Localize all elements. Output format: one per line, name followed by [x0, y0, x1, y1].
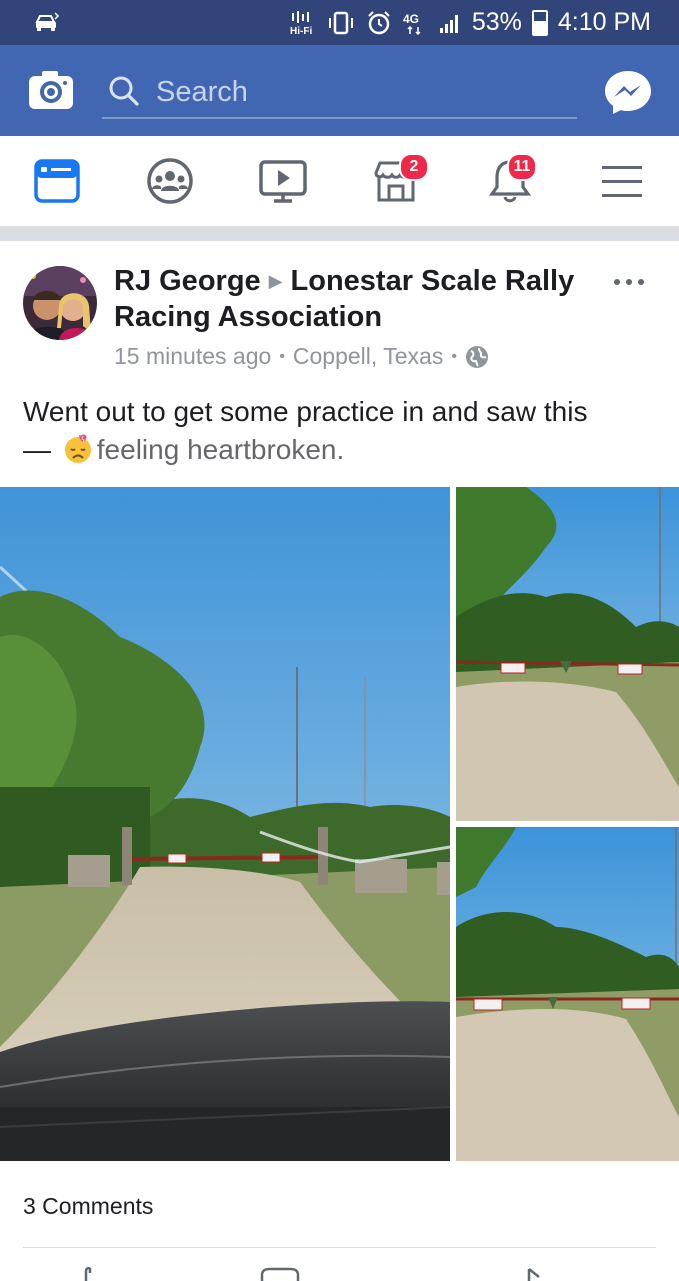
- 4g-icon: 4G: [403, 12, 421, 35]
- tab-menu[interactable]: [595, 154, 649, 208]
- hifi-icon: Hi-Fi: [290, 10, 312, 36]
- post-message: Went out to get some practice in and saw…: [23, 396, 588, 427]
- author-name[interactable]: RJ George: [114, 265, 261, 297]
- camera-icon[interactable]: [28, 70, 74, 110]
- signal-icon: [439, 14, 458, 33]
- svg-text:4G: 4G: [403, 12, 419, 26]
- post-time[interactable]: 15 minutes ago: [114, 343, 271, 370]
- search-icon: [109, 76, 139, 106]
- hamburger-menu-icon: [602, 166, 642, 197]
- heartbroken-emoji-icon: [64, 434, 91, 463]
- car-bluetooth-icon: [35, 12, 60, 31]
- battery-percent: 53%: [471, 8, 522, 36]
- alarm-icon: [368, 10, 390, 34]
- feeling-dash: —: [23, 434, 51, 465]
- post-location[interactable]: Coppell, Texas: [293, 343, 443, 370]
- photo-grid: [0, 487, 679, 1161]
- tab-groups[interactable]: [143, 154, 197, 208]
- post-text: Went out to get some practice in and saw…: [23, 393, 653, 469]
- status-icons: Hi-Fi 4G 53% 4:10 PM: [288, 0, 651, 45]
- photo-gate-right-top[interactable]: [456, 487, 679, 821]
- shared-to-arrow-icon: ▶: [268, 271, 283, 291]
- app-header: [0, 45, 679, 136]
- post-divider: [23, 1247, 656, 1248]
- tab-news-feed[interactable]: [30, 154, 84, 208]
- battery-icon: [531, 9, 548, 36]
- photo-gate-right-bottom[interactable]: [456, 827, 679, 1161]
- more-options-icon[interactable]: [611, 273, 647, 291]
- tab-watch[interactable]: [256, 154, 310, 208]
- post-meta: 15 minutes ago • Coppell, Texas •: [114, 343, 489, 370]
- globe-icon[interactable]: [465, 345, 489, 369]
- comments-count[interactable]: 3 Comments: [23, 1193, 153, 1220]
- feed-separator: [0, 227, 679, 241]
- vibrate-icon: [328, 11, 353, 34]
- tab-marketplace[interactable]: 2: [369, 153, 429, 208]
- notifications-badge: 11: [507, 153, 537, 181]
- news-feed-icon: [34, 159, 80, 203]
- meta-dot: •: [279, 347, 285, 365]
- avatar[interactable]: [23, 266, 97, 340]
- watch-icon: [259, 160, 307, 203]
- messenger-icon[interactable]: [603, 69, 653, 115]
- svg-text:Hi-Fi: Hi-Fi: [290, 26, 312, 36]
- feed-post: RJ George ▶ Lonestar Scale Rally Racing As…: [0, 241, 679, 1281]
- tab-notifications[interactable]: 11: [483, 153, 537, 208]
- feeling-text[interactable]: feeling heartbroken.: [97, 434, 345, 465]
- search-bar[interactable]: [102, 65, 577, 119]
- meta-dot: •: [451, 347, 457, 365]
- groups-icon: [147, 158, 193, 204]
- nav-tabs: 2 11: [0, 136, 679, 227]
- status-bar: Hi-Fi 4G 53% 4:10 PM: [0, 0, 679, 45]
- clock: 4:10 PM: [557, 8, 651, 36]
- post-header: RJ George ▶ Lonestar Scale Rally Racing As…: [114, 263, 594, 335]
- photo-gate-main[interactable]: [0, 487, 450, 1161]
- search-input[interactable]: [154, 71, 558, 113]
- marketplace-badge: 2: [399, 153, 429, 181]
